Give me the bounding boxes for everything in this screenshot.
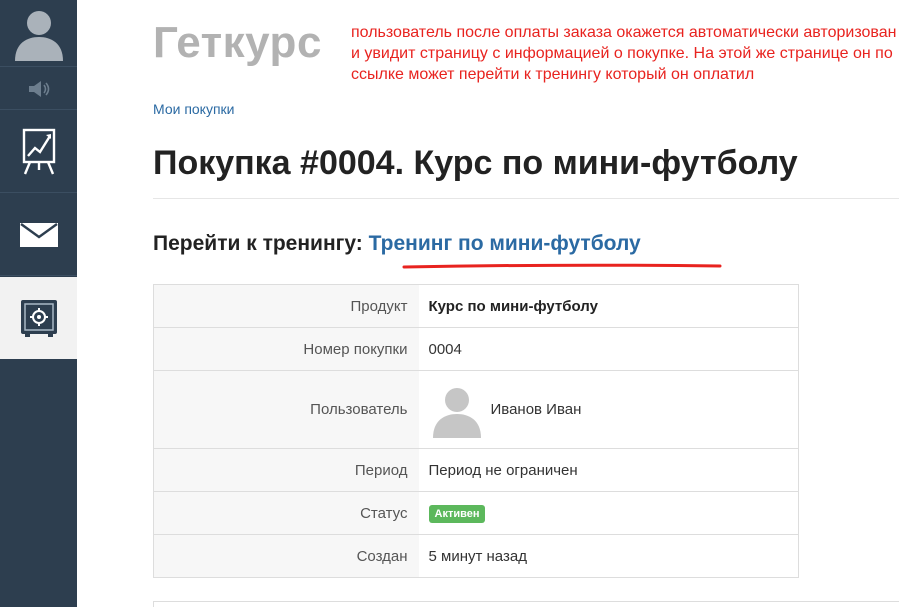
speaker-icon: [28, 80, 49, 97]
sidebar-item-purchases[interactable]: [0, 277, 77, 359]
table-row: Создан 5 минут назад: [153, 534, 799, 578]
breadcrumb-my-purchases[interactable]: Мои покупки: [153, 101, 235, 117]
red-underline-annotation: [402, 263, 722, 269]
created-label: Создан: [153, 534, 419, 578]
sidebar: [0, 0, 77, 607]
training-link[interactable]: Тренинг по мини-футболу: [369, 232, 641, 255]
created-value: 5 минут назад: [418, 534, 799, 578]
user-cell: Иванов Иван: [418, 370, 799, 449]
status-label: Статус: [153, 491, 419, 535]
table-row: Пользователь Иванов Иван: [153, 370, 799, 449]
user-silhouette-icon: [432, 387, 481, 438]
product-label: Продукт: [153, 284, 419, 328]
sidebar-sound-toggle[interactable]: [0, 68, 77, 110]
number-label: Номер покупки: [153, 327, 419, 371]
goto-training-label: Перейти к тренингу:: [153, 232, 363, 255]
number-value: 0004: [418, 327, 799, 371]
page-title: Покупка #0004. Курс по мини-футболу: [153, 144, 798, 182]
sidebar-avatar[interactable]: [0, 0, 77, 67]
user-label: Пользователь: [153, 370, 419, 449]
product-value: Курс по мини-футболу: [428, 297, 598, 315]
next-section-edge: [153, 601, 899, 607]
annotation-note: пользователь после оплаты заказа окажетс…: [351, 24, 897, 83]
status-cell: Активен: [418, 491, 799, 535]
chart-board-icon: [22, 128, 55, 174]
user-avatar-icon: [14, 11, 63, 61]
status-badge: Активен: [428, 504, 486, 523]
logo: Геткурс: [153, 18, 322, 67]
divider: [153, 198, 899, 199]
table-row: Статус Активен: [153, 491, 799, 535]
table-row: Период Период не ограничен: [153, 448, 799, 492]
table-row: Номер покупки 0004: [153, 327, 799, 371]
period-value: Период не ограничен: [418, 448, 799, 492]
envelope-icon: [19, 222, 58, 247]
user-name[interactable]: Иванов Иван: [491, 401, 582, 418]
sidebar-item-messages[interactable]: [0, 194, 77, 276]
goto-training-heading: Перейти к тренингу: Тренинг по мини-футб…: [153, 232, 641, 256]
purchase-details-table: Продукт Курс по мини-футболу Номер покуп…: [153, 284, 799, 578]
table-row: Продукт Курс по мини-футболу: [153, 284, 799, 328]
sidebar-item-statistics[interactable]: [0, 111, 77, 193]
safe-icon: [20, 300, 57, 337]
period-label: Период: [153, 448, 419, 492]
user-avatar: [429, 382, 485, 438]
